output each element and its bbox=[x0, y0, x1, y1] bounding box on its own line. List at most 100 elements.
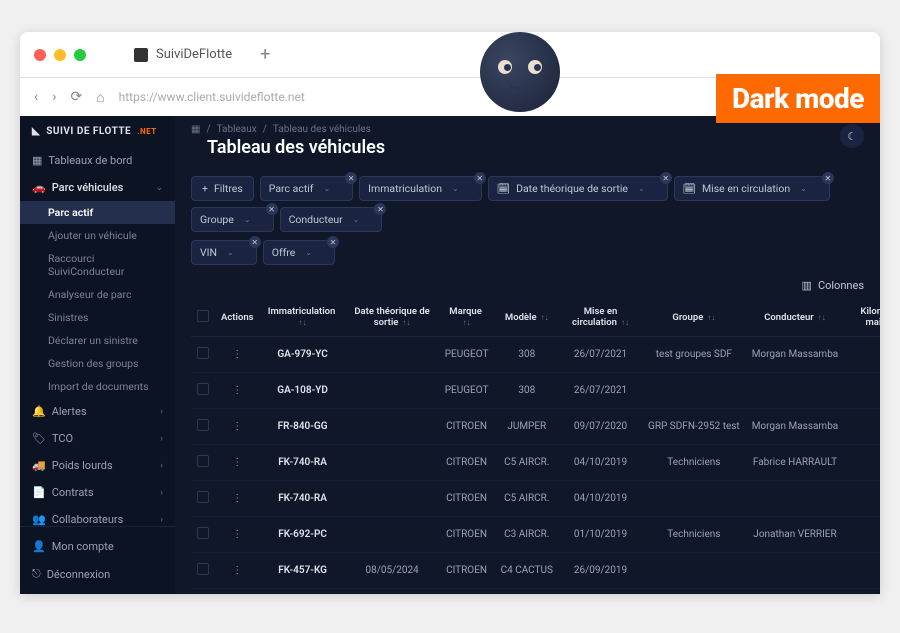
filters-button[interactable]: + Filtres bbox=[191, 176, 254, 201]
window-maximize-icon[interactable] bbox=[74, 49, 86, 61]
breadcrumb-item[interactable]: Tableau des véhicules bbox=[273, 124, 371, 135]
filter-remove-icon[interactable]: ✕ bbox=[822, 172, 834, 184]
theme-toggle-button[interactable]: ☾ bbox=[840, 124, 864, 148]
sidebar-item[interactable]: 🚗Parc véhicules⌄ bbox=[20, 174, 175, 201]
filter-chip[interactable]: Offre⌄✕ bbox=[263, 240, 335, 265]
cell-mec: 09/07/2020 bbox=[559, 409, 642, 445]
chevron-down-icon: ⌄ bbox=[244, 215, 251, 224]
row-actions-button[interactable]: ⋮ bbox=[232, 385, 242, 396]
topbar: ▦ / Tableaux / Tableau des véhicules Tab… bbox=[175, 116, 880, 172]
cell-conducteur: Morgan Massamba bbox=[746, 337, 845, 373]
filter-chip[interactable]: 🗓Mise en circulation⌄✕ bbox=[674, 176, 830, 201]
row-checkbox[interactable] bbox=[197, 491, 209, 503]
row-actions-button[interactable]: ⋮ bbox=[232, 421, 242, 432]
calendar-icon: 🗓 bbox=[683, 182, 696, 195]
calendar-icon: 🗓 bbox=[497, 182, 510, 195]
row-actions-button[interactable]: ⋮ bbox=[232, 565, 242, 576]
filter-label: Mise en circulation bbox=[702, 182, 790, 195]
sidebar-item[interactable]: 👥Collaborateurs› bbox=[20, 506, 175, 526]
sidebar-subitem[interactable]: Parc actif bbox=[20, 201, 175, 224]
sidebar-subitem[interactable]: Raccourci SuiviConducteur bbox=[20, 247, 175, 283]
cell-groupe: Techniciens bbox=[642, 517, 746, 553]
column-header[interactable]: Groupe ↑↓ bbox=[642, 298, 746, 337]
row-actions-button[interactable]: ⋮ bbox=[232, 493, 242, 504]
sidebar-subitem[interactable]: Sinistres bbox=[20, 306, 175, 329]
cell-km-maint bbox=[844, 481, 880, 517]
row-actions-button[interactable]: ⋮ bbox=[232, 529, 242, 540]
column-header[interactable]: Kilométrage avant maintenance ↑↓ bbox=[844, 298, 880, 337]
forward-icon[interactable]: › bbox=[52, 89, 56, 105]
filter-chip[interactable]: Parc actif⌄✕ bbox=[260, 176, 353, 201]
columns-button[interactable]: ▥ Colonnes bbox=[802, 279, 864, 292]
home-icon[interactable]: ⌂ bbox=[96, 89, 104, 106]
cell-groupe bbox=[642, 481, 746, 517]
chevron-icon: › bbox=[160, 434, 163, 444]
main-content: ▦ / Tableaux / Tableau des véhicules Tab… bbox=[175, 116, 880, 594]
sidebar-item-label: Parc véhicules bbox=[52, 181, 124, 194]
select-all-checkbox[interactable] bbox=[197, 310, 209, 322]
reload-icon[interactable]: ⟳ bbox=[70, 89, 82, 105]
sidebar-subitem[interactable]: Import de documents bbox=[20, 375, 175, 398]
table-row: ⋮ FK-740-RA CITROEN C5 AIRCR. 04/10/2019 bbox=[191, 481, 880, 517]
filter-chip[interactable]: 🗓Date théorique de sortie⌄✕ bbox=[488, 176, 668, 201]
filter-chip[interactable]: Conducteur⌄✕ bbox=[280, 207, 383, 232]
browser-tab[interactable]: SuiviDeFlotte bbox=[134, 47, 232, 62]
row-checkbox[interactable] bbox=[197, 563, 209, 575]
sidebar-footer-item[interactable]: ⎋Déconnexion bbox=[20, 560, 175, 588]
row-actions-button[interactable]: ⋮ bbox=[232, 349, 242, 360]
window-close-icon[interactable] bbox=[34, 49, 46, 61]
sort-icon: ↑↓ bbox=[816, 313, 826, 322]
filter-remove-icon[interactable]: ✕ bbox=[660, 172, 672, 184]
sort-icon: ↑↓ bbox=[400, 318, 410, 327]
sidebar-footer: 👤Mon compte⎋Déconnexion bbox=[20, 526, 175, 594]
column-header[interactable]: Marque ↑↓ bbox=[439, 298, 495, 337]
column-header[interactable]: Date théorique de sortie ↑↓ bbox=[346, 298, 439, 337]
filter-remove-icon[interactable]: ✕ bbox=[374, 203, 386, 215]
row-checkbox[interactable] bbox=[197, 347, 209, 359]
filter-chip[interactable]: VIN⌄✕ bbox=[191, 240, 257, 265]
back-icon[interactable]: ‹ bbox=[34, 89, 38, 105]
filter-remove-icon[interactable]: ✕ bbox=[266, 203, 278, 215]
row-checkbox[interactable] bbox=[197, 419, 209, 431]
column-header[interactable]: Immatriculation ↑↓ bbox=[260, 298, 346, 337]
cell-marque: PEUGEOT bbox=[439, 337, 495, 373]
table-row: ⋮ FK-692-PC CITROEN C3 AIRCR. 01/10/2019… bbox=[191, 517, 880, 553]
sidebar-item[interactable]: 🏷TCO› bbox=[20, 425, 175, 452]
brand-icon: ◣ bbox=[32, 126, 40, 137]
column-header[interactable]: Conducteur ↑↓ bbox=[746, 298, 845, 337]
cell-conducteur bbox=[746, 481, 845, 517]
sidebar-footer-item[interactable]: 👤Mon compte bbox=[20, 533, 175, 560]
filter-remove-icon[interactable]: ✕ bbox=[474, 172, 486, 184]
moon-face-decoration bbox=[480, 32, 560, 112]
filter-remove-icon[interactable]: ✕ bbox=[327, 236, 339, 248]
filter-chip[interactable]: Immatriculation⌄✕ bbox=[359, 176, 482, 201]
cell-modele: C4 CACTUS bbox=[495, 553, 559, 589]
column-header[interactable]: Modèle ↑↓ bbox=[495, 298, 559, 337]
row-checkbox[interactable] bbox=[197, 527, 209, 539]
sidebar-item[interactable]: ▦Tableaux de bord bbox=[20, 147, 175, 174]
new-tab-button[interactable]: + bbox=[260, 44, 270, 65]
cell-groupe: GRP SDFN-2952 test bbox=[642, 589, 746, 595]
table-row: ⋮ FK-740-RA CITROEN C5 AIRCR. 04/10/2019… bbox=[191, 445, 880, 481]
sidebar-subitem[interactable]: Ajouter un véhicule bbox=[20, 224, 175, 247]
sidebar-subitem[interactable]: Déclarer un sinistre bbox=[20, 329, 175, 352]
sidebar-item[interactable]: 🔔Alertes› bbox=[20, 398, 175, 425]
row-checkbox[interactable] bbox=[197, 383, 209, 395]
cell-immatriculation: FK-457-KG bbox=[260, 553, 346, 589]
filter-remove-icon[interactable]: ✕ bbox=[345, 172, 357, 184]
sidebar-subitem[interactable]: Gestion des groups bbox=[20, 352, 175, 375]
column-header[interactable]: Mise en circulation ↑↓ bbox=[559, 298, 642, 337]
sidebar-item[interactable]: 📄Contrats› bbox=[20, 479, 175, 506]
sidebar-subitem[interactable]: Analyseur de parc bbox=[20, 283, 175, 306]
table-row: ⋮ FR-840-GG CITROEN JUMPER 09/07/2020 GR… bbox=[191, 409, 880, 445]
sidebar-item[interactable]: 🚚Poids lourds› bbox=[20, 452, 175, 479]
breadcrumb-root-icon[interactable]: ▦ bbox=[191, 124, 200, 135]
breadcrumb: ▦ / Tableaux / Tableau des véhicules bbox=[191, 124, 401, 135]
window-minimize-icon[interactable] bbox=[54, 49, 66, 61]
filter-remove-icon[interactable]: ✕ bbox=[249, 236, 261, 248]
filter-chip[interactable]: Groupe⌄✕ bbox=[191, 207, 274, 232]
row-checkbox[interactable] bbox=[197, 455, 209, 467]
sidebar-item-label: TCO bbox=[52, 432, 73, 445]
breadcrumb-item[interactable]: Tableaux bbox=[217, 124, 257, 135]
row-actions-button[interactable]: ⋮ bbox=[232, 457, 242, 468]
